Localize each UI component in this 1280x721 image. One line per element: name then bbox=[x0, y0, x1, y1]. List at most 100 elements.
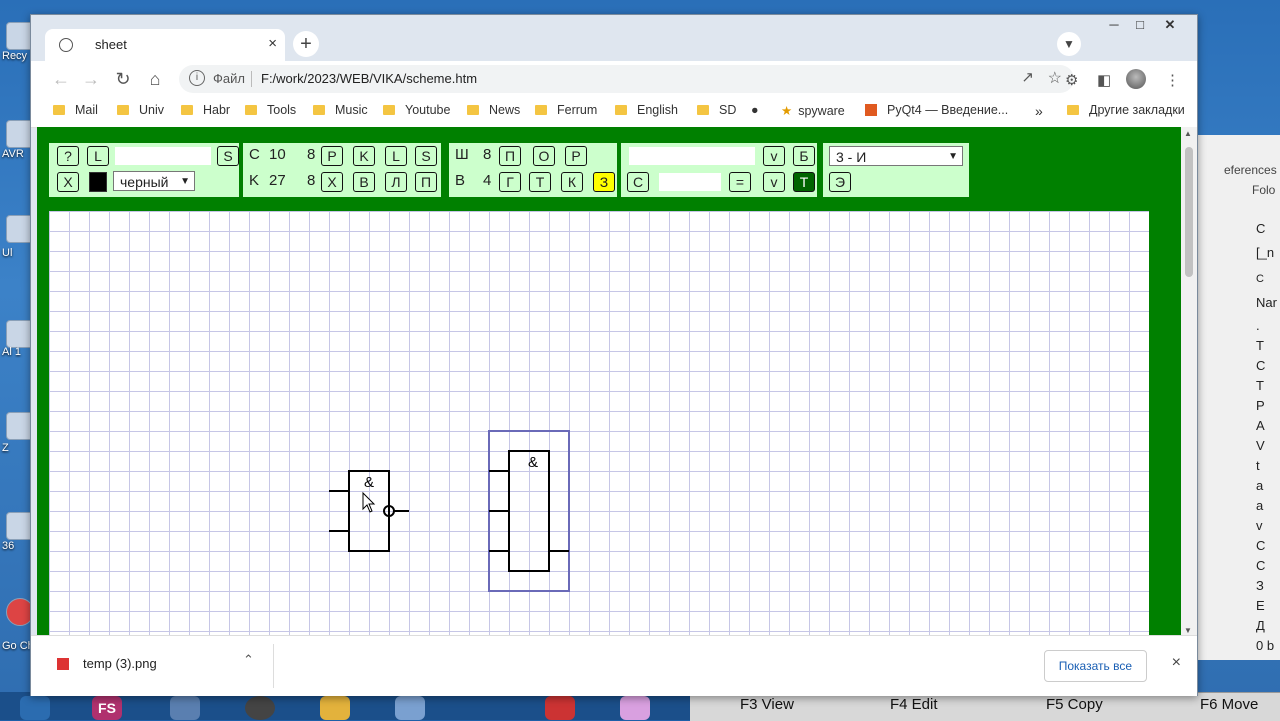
bookmark-spyware[interactable]: ★ spyware bbox=[781, 103, 845, 118]
text-input[interactable] bbox=[629, 147, 755, 165]
bookmark-pyqt4[interactable]: PyQt4 — Введение... bbox=[865, 103, 1008, 117]
taskbar-record-icon[interactable] bbox=[545, 696, 575, 720]
bookmark-tools[interactable]: Tools bbox=[245, 103, 296, 117]
other-bookmarks[interactable]: Другие закладки bbox=[1067, 103, 1185, 117]
p-button[interactable]: P bbox=[321, 146, 343, 166]
extensions-icon[interactable]: ⚙ bbox=[1065, 71, 1078, 89]
folder-icon bbox=[1067, 105, 1079, 115]
f4-edit-button[interactable]: F4 Edit bbox=[890, 696, 938, 713]
bookmark-habr[interactable]: Habr bbox=[181, 103, 230, 117]
color-swatch[interactable] bbox=[89, 172, 107, 192]
address-bar[interactable]: i Файл F:/work/2023/WEB/VIKA/scheme.htm … bbox=[179, 65, 1074, 93]
o-button[interactable]: О bbox=[533, 146, 555, 166]
help-button[interactable]: ? bbox=[57, 146, 79, 166]
bookmark-mail[interactable]: Mail bbox=[53, 103, 98, 117]
taskbar-app-icon[interactable] bbox=[170, 696, 200, 720]
t-button[interactable]: Т bbox=[529, 172, 551, 192]
sh-value[interactable]: 8 bbox=[483, 145, 491, 165]
l-button[interactable]: L bbox=[385, 146, 407, 166]
e-button[interactable]: Э bbox=[829, 172, 851, 192]
k-value2[interactable]: 8 bbox=[307, 171, 315, 191]
bookmarks-overflow-icon[interactable]: » bbox=[1035, 103, 1043, 119]
scheme-canvas[interactable]: & & bbox=[49, 211, 1149, 637]
taskbar-app-icon[interactable] bbox=[320, 696, 350, 720]
el-button[interactable]: Л bbox=[385, 172, 407, 192]
scroll-up-icon[interactable]: ▲ bbox=[1184, 129, 1192, 138]
bg-text: E bbox=[1256, 598, 1265, 613]
pe-button[interactable]: П bbox=[415, 172, 437, 192]
page-scrollbar[interactable]: ▲ ▼ bbox=[1181, 127, 1197, 637]
desktop-label: Z bbox=[2, 442, 9, 454]
load-button[interactable]: L bbox=[87, 146, 109, 166]
taskbar-paint-icon[interactable] bbox=[620, 696, 650, 720]
value-input[interactable] bbox=[659, 173, 721, 191]
minimize-icon[interactable]: ─ bbox=[1101, 15, 1127, 35]
v-value[interactable]: 4 bbox=[483, 171, 491, 191]
v-down-button[interactable]: v bbox=[763, 146, 785, 166]
taskbar-app-icon[interactable] bbox=[20, 696, 50, 720]
color-select[interactable]: черный ▼ bbox=[113, 171, 195, 191]
info-icon[interactable]: i bbox=[189, 70, 205, 86]
bookmark-music[interactable]: Music bbox=[313, 103, 368, 117]
bookmark-youtube[interactable]: Youtube bbox=[383, 103, 450, 117]
b-button[interactable]: Б bbox=[793, 146, 815, 166]
bookmark-univ[interactable]: Univ bbox=[117, 103, 164, 117]
v2-button[interactable]: v bbox=[763, 172, 785, 192]
t-active-button[interactable]: T bbox=[793, 172, 815, 192]
back-icon[interactable]: ← bbox=[49, 67, 73, 91]
bookmark-ferrum[interactable]: Ferrum bbox=[535, 103, 597, 117]
filename-input[interactable] bbox=[115, 147, 211, 165]
z-button[interactable]: З bbox=[593, 172, 615, 192]
scrollbar-thumb[interactable] bbox=[1185, 147, 1193, 277]
forward-icon[interactable]: → bbox=[79, 67, 103, 91]
new-tab-button[interactable]: + bbox=[293, 31, 319, 57]
scroll-down-icon[interactable]: ▼ bbox=[1184, 626, 1192, 635]
save-button[interactable]: S bbox=[217, 146, 239, 166]
folder-icon bbox=[383, 105, 395, 115]
tab-search-chevron-icon[interactable]: ▼ bbox=[1057, 32, 1081, 56]
c-value2[interactable]: 8 bbox=[307, 145, 315, 165]
profile-avatar[interactable] bbox=[1126, 69, 1146, 89]
browser-menu-icon[interactable]: ⋮ bbox=[1165, 71, 1180, 89]
c-value1[interactable]: 10 bbox=[269, 145, 286, 165]
home-icon[interactable]: ⌂ bbox=[143, 67, 167, 91]
equals-button[interactable]: = bbox=[729, 172, 751, 192]
pe2-button[interactable]: П bbox=[499, 146, 521, 166]
bookmark-label: Mail bbox=[75, 103, 98, 117]
ka-button[interactable]: К bbox=[561, 172, 583, 192]
taskbar-app-icon[interactable] bbox=[395, 696, 425, 720]
chevron-up-icon[interactable]: ⌃ bbox=[243, 652, 254, 668]
maximize-icon[interactable]: □ bbox=[1127, 15, 1153, 35]
element-select[interactable]: 3 - И ▼ bbox=[829, 146, 963, 166]
k-button[interactable]: K bbox=[353, 146, 375, 166]
url-text[interactable]: F:/work/2023/WEB/VIKA/scheme.htm bbox=[261, 71, 477, 86]
r-button[interactable]: Р bbox=[565, 146, 587, 166]
share-icon[interactable]: ↗ bbox=[1021, 68, 1034, 86]
window-close-icon[interactable]: ✕ bbox=[1157, 15, 1183, 35]
tab-close-icon[interactable]: × bbox=[268, 35, 277, 52]
clear-button[interactable]: X bbox=[57, 172, 79, 192]
s-button[interactable]: S bbox=[415, 146, 437, 166]
s-ru-button[interactable]: С bbox=[627, 172, 649, 192]
k-value1[interactable]: 27 bbox=[269, 171, 286, 191]
taskbar-app-icon[interactable] bbox=[245, 696, 275, 720]
globe-bookmark-icon[interactable]: ● bbox=[751, 103, 759, 117]
download-item[interactable]: temp (3).png bbox=[57, 656, 157, 671]
reload-icon[interactable]: ↻ bbox=[111, 67, 135, 91]
taskbar-fs-icon[interactable]: FS bbox=[92, 696, 122, 720]
bg-text: З bbox=[1256, 578, 1264, 593]
f6-move-button[interactable]: F6 Move bbox=[1200, 696, 1258, 713]
bookmark-star-icon[interactable]: ☆ bbox=[1048, 68, 1062, 88]
f3-view-button[interactable]: F3 View bbox=[740, 696, 794, 713]
f5-copy-button[interactable]: F5 Copy bbox=[1046, 696, 1103, 713]
side-panel-icon[interactable]: ◧ bbox=[1097, 71, 1111, 89]
bookmark-english[interactable]: English bbox=[615, 103, 678, 117]
tab-sheet[interactable]: sheet × bbox=[45, 29, 285, 61]
x-button[interactable]: X bbox=[321, 172, 343, 192]
g-button[interactable]: Г bbox=[499, 172, 521, 192]
v-button[interactable]: В bbox=[353, 172, 375, 192]
bookmark-news[interactable]: News bbox=[467, 103, 520, 117]
show-all-button[interactable]: Показать все bbox=[1043, 650, 1147, 682]
bookmark-sd[interactable]: SD bbox=[697, 103, 736, 117]
close-downloads-icon[interactable]: × bbox=[1172, 654, 1181, 672]
